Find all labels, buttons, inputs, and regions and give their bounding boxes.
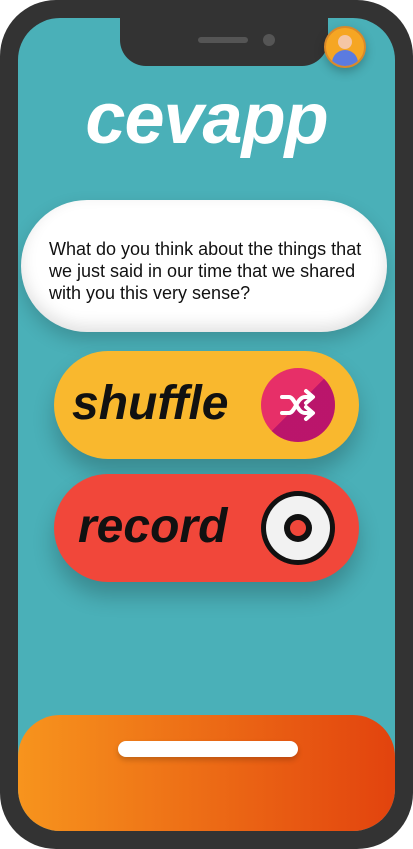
app-logo: cevapp	[85, 79, 328, 159]
shuffle-label: shuffle	[72, 377, 229, 430]
profile-avatar-button[interactable]	[324, 26, 366, 68]
avatar-head	[338, 35, 352, 49]
speaker	[198, 37, 248, 43]
home-indicator[interactable]	[118, 741, 298, 757]
record-label: record	[78, 500, 228, 553]
footer-bar	[18, 715, 395, 831]
question-text: What do you think about the things that …	[49, 239, 362, 303]
record-icon	[261, 491, 335, 565]
question-bubble: What do you think about the things that …	[21, 200, 387, 332]
shuffle-button[interactable]: shuffle	[54, 351, 359, 459]
record-button[interactable]: record	[54, 474, 359, 582]
avatar-body	[332, 50, 358, 66]
shuffle-icon	[261, 368, 335, 442]
app-screen: cevapp What do you think about the thing…	[18, 18, 395, 831]
front-camera	[263, 34, 275, 46]
phone-frame: cevapp What do you think about the thing…	[0, 0, 413, 849]
notch	[120, 18, 328, 66]
